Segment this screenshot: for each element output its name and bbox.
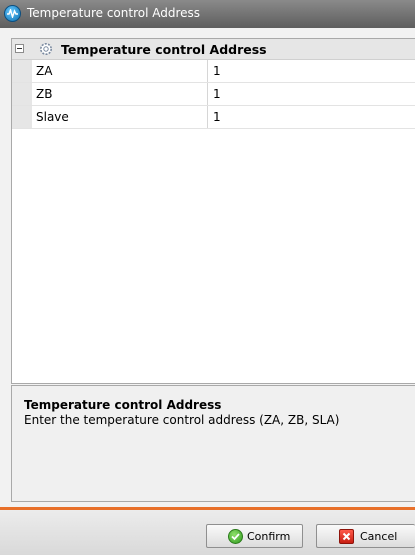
property-name: ZB xyxy=(32,83,208,105)
property-row-za[interactable]: ZA 1 xyxy=(12,60,415,83)
row-gutter xyxy=(12,106,32,128)
property-name: ZA xyxy=(32,60,208,82)
close-icon xyxy=(339,529,354,544)
collapse-icon[interactable] xyxy=(15,44,24,53)
cancel-label: Cancel xyxy=(360,530,398,543)
description-title: Temperature control Address xyxy=(24,398,222,412)
app-icon xyxy=(4,5,21,22)
window-title: Temperature control Address xyxy=(27,6,201,20)
button-bar: Confirm Cancel xyxy=(0,507,415,555)
property-row-zb[interactable]: ZB 1 xyxy=(12,83,415,106)
property-value[interactable]: 1 xyxy=(209,106,415,128)
cancel-button[interactable]: Cancel xyxy=(316,524,415,548)
property-grid[interactable]: Temperature control Address ZA 1 ZB 1 Sl… xyxy=(11,38,415,384)
category-title: Temperature control Address xyxy=(61,42,267,57)
description-text: Enter the temperature control address (Z… xyxy=(24,413,340,427)
row-gutter xyxy=(12,83,32,105)
description-panel: Temperature control Address Enter the te… xyxy=(11,385,415,502)
confirm-button[interactable]: Confirm xyxy=(206,524,303,548)
property-row-slave[interactable]: Slave 1 xyxy=(12,106,415,129)
row-gutter xyxy=(12,60,32,82)
check-icon xyxy=(228,529,243,544)
property-value[interactable]: 1 xyxy=(209,60,415,82)
property-name: Slave xyxy=(32,106,208,128)
title-bar[interactable]: Temperature control Address xyxy=(0,0,415,28)
confirm-label: Confirm xyxy=(247,530,291,543)
gear-icon xyxy=(40,43,52,55)
property-value[interactable]: 1 xyxy=(209,83,415,105)
category-row[interactable]: Temperature control Address xyxy=(12,39,415,60)
